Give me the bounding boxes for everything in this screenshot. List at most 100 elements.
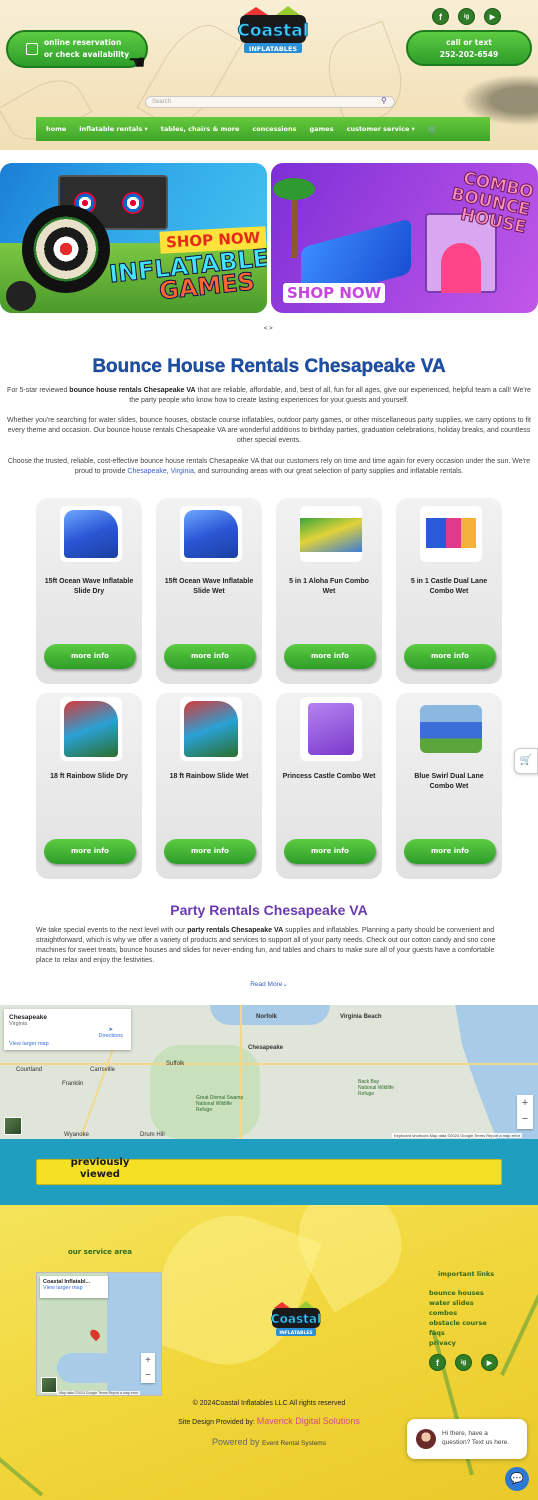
- footer-link-combos[interactable]: Combos: [429, 1308, 487, 1318]
- product-image[interactable]: [60, 697, 122, 761]
- more-info-button[interactable]: More Info: [44, 644, 136, 669]
- product-image[interactable]: [300, 697, 362, 761]
- maverick-link[interactable]: Maverick Digital Solutions: [257, 1416, 360, 1426]
- party-bold: party rentals Chesapeake VA: [187, 927, 284, 934]
- product-card[interactable]: 5 in 1 Castle Dual Lane Combo Wet More I…: [396, 498, 502, 684]
- zoom-out-button[interactable]: −: [517, 1111, 533, 1127]
- nav-home[interactable]: Home: [46, 125, 66, 133]
- facebook-icon[interactable]: f: [432, 8, 449, 25]
- banner-inflatable-games[interactable]: SHOP NOW INFLATABLE GAMES: [0, 163, 267, 313]
- mini-map-zoom[interactable]: + −: [141, 1353, 155, 1383]
- read-more-label: Read More: [250, 981, 283, 988]
- product-title[interactable]: 15ft Ocean Wave Inflatable Slide Wet: [162, 577, 256, 597]
- site-header: Online Reservation Or Check Availability…: [0, 0, 538, 150]
- zoom-in-button[interactable]: +: [517, 1095, 533, 1111]
- nav-tables-chairs[interactable]: Tables, Chairs & More: [161, 125, 240, 133]
- search-input[interactable]: Search: [145, 96, 395, 108]
- nav-games[interactable]: Games: [310, 125, 334, 133]
- product-card[interactable]: 18 ft Rainbow Slide Dry More Info: [36, 693, 142, 879]
- intro-paragraph-2: Whether you're searching for water slide…: [7, 417, 531, 444]
- product-card[interactable]: 5 in 1 Aloha Fun Combo Wet More Info: [276, 498, 382, 684]
- footer-link-privacy[interactable]: Privacy: [429, 1338, 487, 1348]
- cart-icon[interactable]: 🛒: [428, 125, 438, 134]
- banner-combo-bounce-house[interactable]: COMBO BOUNCE HOUSE SHOP NOW: [271, 163, 538, 313]
- party-paragraph: We take special events to the next level…: [36, 926, 504, 966]
- party-text: We take special events to the next level…: [36, 927, 188, 934]
- design-credit-label: Site Design Provided by:: [178, 1419, 257, 1426]
- instagram-icon[interactable]: ig: [455, 1354, 472, 1371]
- site-logo[interactable]: Coastal INFLATABLES: [226, 5, 322, 61]
- floating-cart-button[interactable]: 🛒: [514, 748, 538, 774]
- product-title[interactable]: 15ft Ocean Wave Inflatable Slide Dry: [42, 577, 136, 597]
- product-card[interactable]: 18 ft Rainbow Slide Wet More Info: [156, 693, 262, 879]
- more-info-button[interactable]: More Info: [284, 839, 376, 864]
- footer-link-faqs[interactable]: FAQs: [429, 1328, 487, 1338]
- satellite-toggle[interactable]: [41, 1377, 57, 1393]
- ball-illustration: [6, 281, 36, 311]
- product-title[interactable]: Princess Castle Combo Wet: [282, 772, 376, 782]
- call-or-text-button[interactable]: Call or Text 252-202-6549: [406, 30, 532, 66]
- map-pin-icon[interactable]: [88, 1327, 102, 1342]
- product-card[interactable]: 15ft Ocean Wave Inflatable Slide Dry Mor…: [36, 498, 142, 684]
- footer-logo[interactable]: Coastal INFLATABLES: [264, 1300, 328, 1340]
- youtube-icon[interactable]: ▶: [481, 1354, 498, 1371]
- product-card[interactable]: Princess Castle Combo Wet More Info: [276, 693, 382, 879]
- product-title[interactable]: 18 ft Rainbow Slide Dry: [42, 772, 136, 782]
- more-info-button[interactable]: More Info: [44, 839, 136, 864]
- satellite-toggle[interactable]: [4, 1117, 22, 1135]
- nav-customer-service[interactable]: Customer Service ▾: [347, 125, 415, 133]
- more-info-button[interactable]: More Info: [284, 644, 376, 669]
- dartboard-illustration: [22, 205, 110, 293]
- map-label: Courtland: [16, 1067, 43, 1073]
- more-info-button[interactable]: More Info: [164, 644, 256, 669]
- chat-icon[interactable]: 💬: [505, 1467, 529, 1491]
- footer-link-bounce-houses[interactable]: Bounce Houses: [429, 1288, 487, 1298]
- product-title[interactable]: 18 ft Rainbow Slide Wet: [162, 772, 256, 782]
- product-image[interactable]: [300, 506, 362, 562]
- facebook-icon[interactable]: f: [429, 1354, 446, 1371]
- map-label: Carrsville: [90, 1067, 116, 1073]
- banner2-shop-now: SHOP NOW: [283, 283, 386, 303]
- map-zoom-controls[interactable]: + −: [517, 1095, 533, 1129]
- youtube-icon[interactable]: ▶: [484, 8, 501, 25]
- directions-link[interactable]: ➤ Directions: [99, 1027, 123, 1039]
- product-card[interactable]: 15ft Ocean Wave Inflatable Slide Wet Mor…: [156, 498, 262, 684]
- location-map[interactable]: Norfolk Virginia Beach Chesapeake Suffol…: [0, 1005, 538, 1139]
- event-rental-systems-link[interactable]: Event Rental Systems: [262, 1440, 326, 1447]
- zoom-in-button[interactable]: +: [141, 1353, 155, 1368]
- nav-concessions[interactable]: Concessions: [252, 125, 296, 133]
- nav-inflatable-rentals[interactable]: Inflatable Rentals ▾: [79, 125, 147, 133]
- more-info-button[interactable]: More Info: [164, 839, 256, 864]
- slider-arrows[interactable]: < >: [264, 326, 273, 332]
- product-title[interactable]: 5 in 1 Castle Dual Lane Combo Wet: [402, 577, 496, 597]
- product-image[interactable]: [420, 506, 482, 562]
- map-label: Norfolk: [256, 1014, 277, 1020]
- mini-map-larger-link[interactable]: View larger map: [43, 1285, 83, 1291]
- virginia-link[interactable]: Virginia: [171, 468, 194, 475]
- calendar-icon: [26, 43, 38, 55]
- more-info-button[interactable]: More Info: [404, 839, 496, 864]
- footer-logo-subtext: INFLATABLES: [279, 1330, 312, 1336]
- online-reservation-button[interactable]: Online Reservation Or Check Availability: [6, 30, 148, 68]
- product-image[interactable]: [420, 705, 482, 753]
- instagram-icon[interactable]: ig: [458, 8, 475, 25]
- reserve-line2: Or Check Availability: [44, 50, 130, 59]
- footer-link-obstacle-course[interactable]: Obstacle Course: [429, 1318, 487, 1328]
- product-card[interactable]: Blue Swirl Dual Lane Combo Wet More Info: [396, 693, 502, 879]
- product-image[interactable]: [180, 506, 242, 562]
- more-info-button[interactable]: More Info: [404, 644, 496, 669]
- product-title[interactable]: 5 in 1 Aloha Fun Combo Wet: [282, 577, 376, 597]
- search-icon[interactable]: ⚲: [381, 96, 387, 105]
- map-label: Great Dismal Swamp National Wildlife Ref…: [196, 1095, 244, 1113]
- read-more-link[interactable]: Read More⌄: [0, 980, 538, 988]
- zoom-out-button[interactable]: −: [141, 1368, 155, 1383]
- previously-viewed-title: Previously Viewed: [70, 1157, 130, 1180]
- call-line1: Call or Text: [446, 38, 492, 47]
- view-larger-map-link[interactable]: View larger map: [9, 1041, 49, 1047]
- product-image[interactable]: [180, 697, 242, 761]
- product-image[interactable]: [60, 506, 122, 562]
- chesapeake-link[interactable]: Chesapeake: [127, 468, 166, 475]
- footer-link-water-slides[interactable]: Water Slides: [429, 1298, 487, 1308]
- product-title[interactable]: Blue Swirl Dual Lane Combo Wet: [402, 772, 496, 792]
- powered-by-label: Powered by: [212, 1437, 263, 1447]
